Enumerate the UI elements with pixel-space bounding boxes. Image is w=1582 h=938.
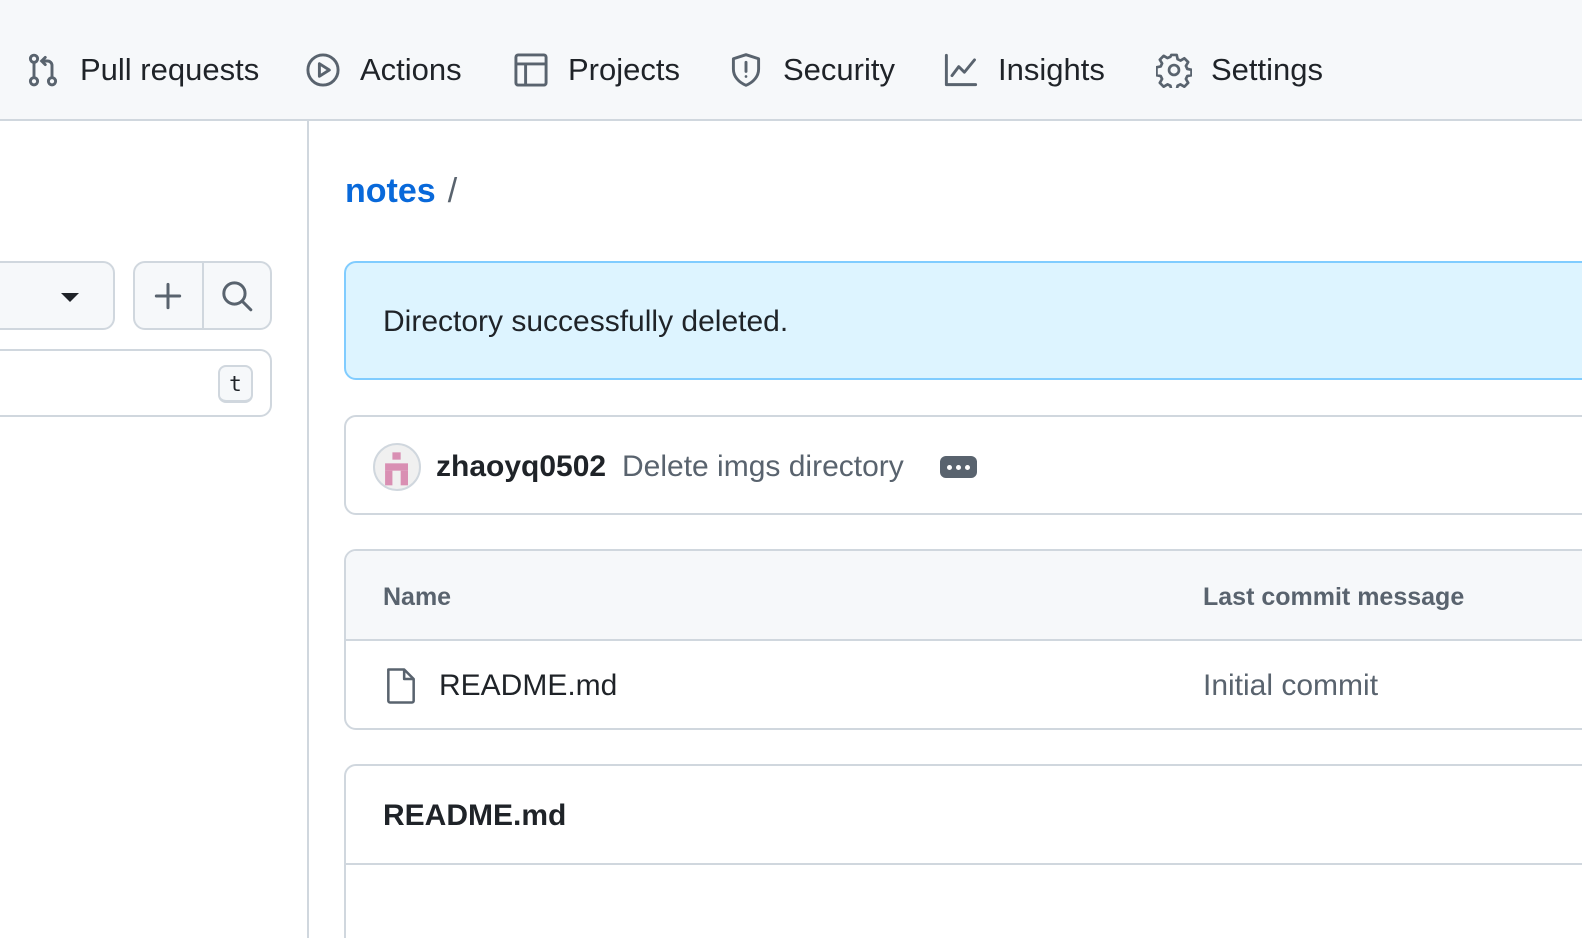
tab-settings-label: Settings — [1211, 52, 1324, 87]
tab-settings[interactable]: Settings — [1156, 44, 1323, 96]
expand-commit-button[interactable] — [940, 456, 977, 478]
readme-box: README.md — [344, 764, 1582, 938]
file-commit-link[interactable]: Initial commit — [1203, 669, 1378, 703]
flash-notice: Directory successfully deleted. — [344, 261, 1582, 380]
table-row[interactable]: README.md Initial commit — [346, 641, 1582, 728]
play-icon — [306, 53, 340, 87]
tab-insights[interactable]: Insights — [943, 44, 1105, 96]
branch-selector[interactable] — [0, 261, 115, 330]
pane-divider[interactable] — [307, 121, 309, 938]
search-icon — [222, 280, 253, 311]
search-files-button[interactable] — [201, 263, 271, 328]
keyboard-shortcut-hint: t — [218, 365, 253, 403]
pull-request-icon — [28, 53, 58, 87]
tab-insights-label: Insights — [998, 52, 1105, 87]
shield-icon — [731, 53, 761, 87]
identicon-icon — [385, 452, 408, 486]
table-header: Name Last commit message — [346, 551, 1582, 641]
column-header-name: Name — [383, 583, 452, 611]
go-to-file-input[interactable]: t — [0, 349, 272, 417]
ellipsis-icon — [947, 464, 952, 470]
breadcrumb: notes / — [345, 172, 457, 211]
tab-security-label: Security — [783, 52, 895, 87]
gear-icon — [1156, 53, 1192, 88]
latest-commit-box: zhaoyq0502 Delete imgs directory — [344, 415, 1582, 515]
ellipsis-dot — [956, 464, 961, 470]
caret-down-icon — [61, 293, 79, 302]
add-file-button[interactable] — [135, 263, 202, 328]
flash-message: Directory successfully deleted. — [383, 305, 789, 338]
table-icon — [514, 53, 548, 87]
file-tree-actions — [133, 261, 272, 330]
breadcrumb-separator: / — [447, 172, 458, 210]
readme-title[interactable]: README.md — [383, 799, 566, 833]
column-header-last-commit: Last commit message — [1203, 583, 1465, 611]
repo-nav: Pull requests Actions Projects Security … — [0, 0, 1582, 121]
readme-header: README.md — [346, 766, 1582, 865]
plus-icon — [155, 282, 182, 309]
files-table: Name Last commit message README.md Initi… — [344, 549, 1582, 730]
breadcrumb-repo-link[interactable]: notes — [345, 172, 436, 211]
file-icon — [387, 668, 415, 704]
graph-icon — [944, 53, 978, 87]
commit-message-link[interactable]: Delete imgs directory — [622, 450, 904, 484]
file-name-link[interactable]: README.md — [439, 669, 617, 703]
tab-actions[interactable]: Actions — [305, 44, 462, 96]
commit-author-link[interactable]: zhaoyq0502 — [436, 450, 606, 484]
ellipsis-dot — [965, 464, 970, 470]
tab-pull-requests[interactable]: Pull requests — [25, 44, 259, 96]
tab-projects[interactable]: Projects — [513, 44, 680, 96]
tab-security[interactable]: Security — [728, 44, 895, 96]
tab-actions-label: Actions — [360, 52, 462, 87]
tab-pull-requests-label: Pull requests — [80, 52, 260, 87]
tab-projects-label: Projects — [568, 52, 680, 87]
avatar[interactable] — [373, 443, 421, 491]
